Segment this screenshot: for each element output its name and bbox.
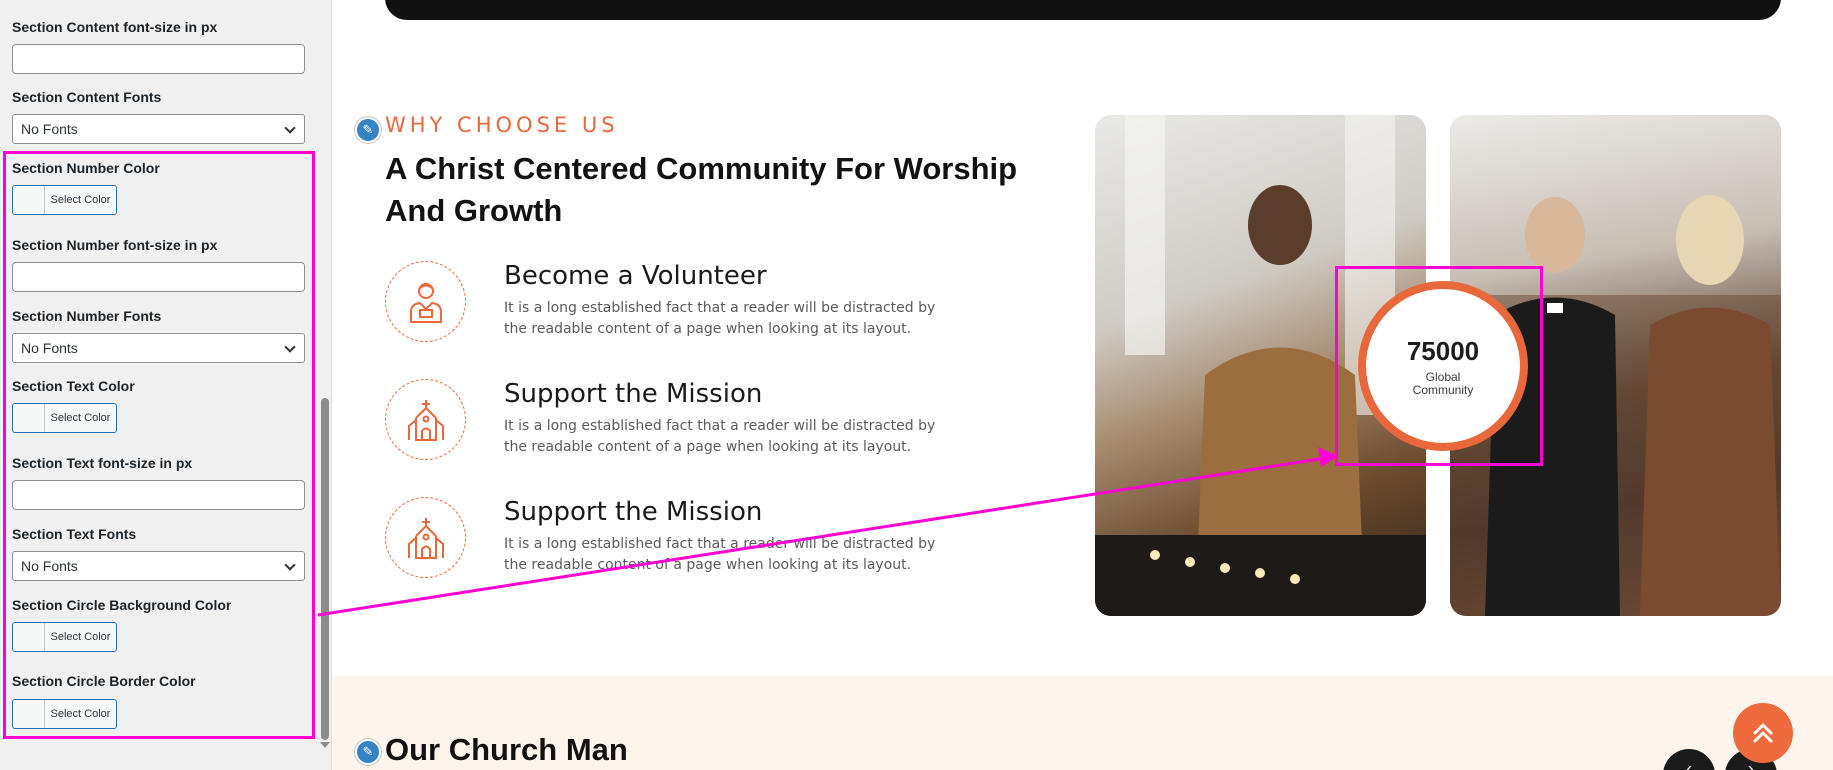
feature-icon-circle bbox=[385, 497, 466, 578]
annotation-highlight-box bbox=[1335, 266, 1543, 466]
feature-item: Support the Mission It is a long establi… bbox=[385, 379, 1005, 461]
section-heading: A Christ Centered Community For Worship … bbox=[385, 151, 1018, 228]
annotation-highlight-box bbox=[3, 151, 315, 739]
section-tagline: WHY CHOOSE US bbox=[385, 113, 619, 137]
volunteer-icon bbox=[410, 283, 442, 323]
select-value: No Fonts bbox=[21, 121, 78, 137]
sidebar-scrollbar-thumb[interactable] bbox=[321, 398, 329, 740]
control-label: Section Content font-size in px bbox=[12, 19, 218, 35]
double-chevron-up-icon bbox=[1753, 723, 1773, 743]
scroll-down-arrow-icon[interactable] bbox=[320, 742, 330, 748]
section-title: Our Church Man bbox=[385, 732, 628, 767]
feature-description: It is a long established fact that a rea… bbox=[504, 300, 936, 337]
feature-title: Become a Volunteer bbox=[504, 261, 767, 291]
feature-description: It is a long established fact that a rea… bbox=[504, 418, 936, 455]
church-icon bbox=[408, 400, 444, 441]
feature-title: Support the Mission bbox=[504, 497, 763, 527]
section-content-font-size-input[interactable] bbox=[12, 44, 305, 74]
feature-item: Support the Mission It is a long establi… bbox=[385, 497, 1005, 579]
section-content-fonts-select[interactable]: No Fonts bbox=[12, 114, 305, 144]
feature-icon-circle bbox=[385, 379, 466, 460]
feature-title: Support the Mission bbox=[504, 379, 763, 409]
chevron-down-icon bbox=[284, 122, 296, 134]
edit-pencil-icon[interactable]: ✎ bbox=[355, 739, 381, 765]
feature-item: Become a Volunteer It is a long establis… bbox=[385, 261, 1005, 343]
site-preview: ✎ WHY CHOOSE US A Christ Centered Commun… bbox=[333, 0, 1833, 770]
feature-description: It is a long established fact that a rea… bbox=[504, 536, 936, 573]
feature-icon-circle bbox=[385, 261, 466, 342]
customizer-sidebar: Section Content font-size in px Section … bbox=[0, 0, 332, 770]
previous-section-banner bbox=[385, 0, 1781, 20]
scroll-to-top-button[interactable] bbox=[1733, 703, 1793, 763]
edit-pencil-icon[interactable]: ✎ bbox=[355, 117, 381, 143]
control-label: Section Content Fonts bbox=[12, 89, 162, 105]
church-icon bbox=[408, 518, 444, 559]
